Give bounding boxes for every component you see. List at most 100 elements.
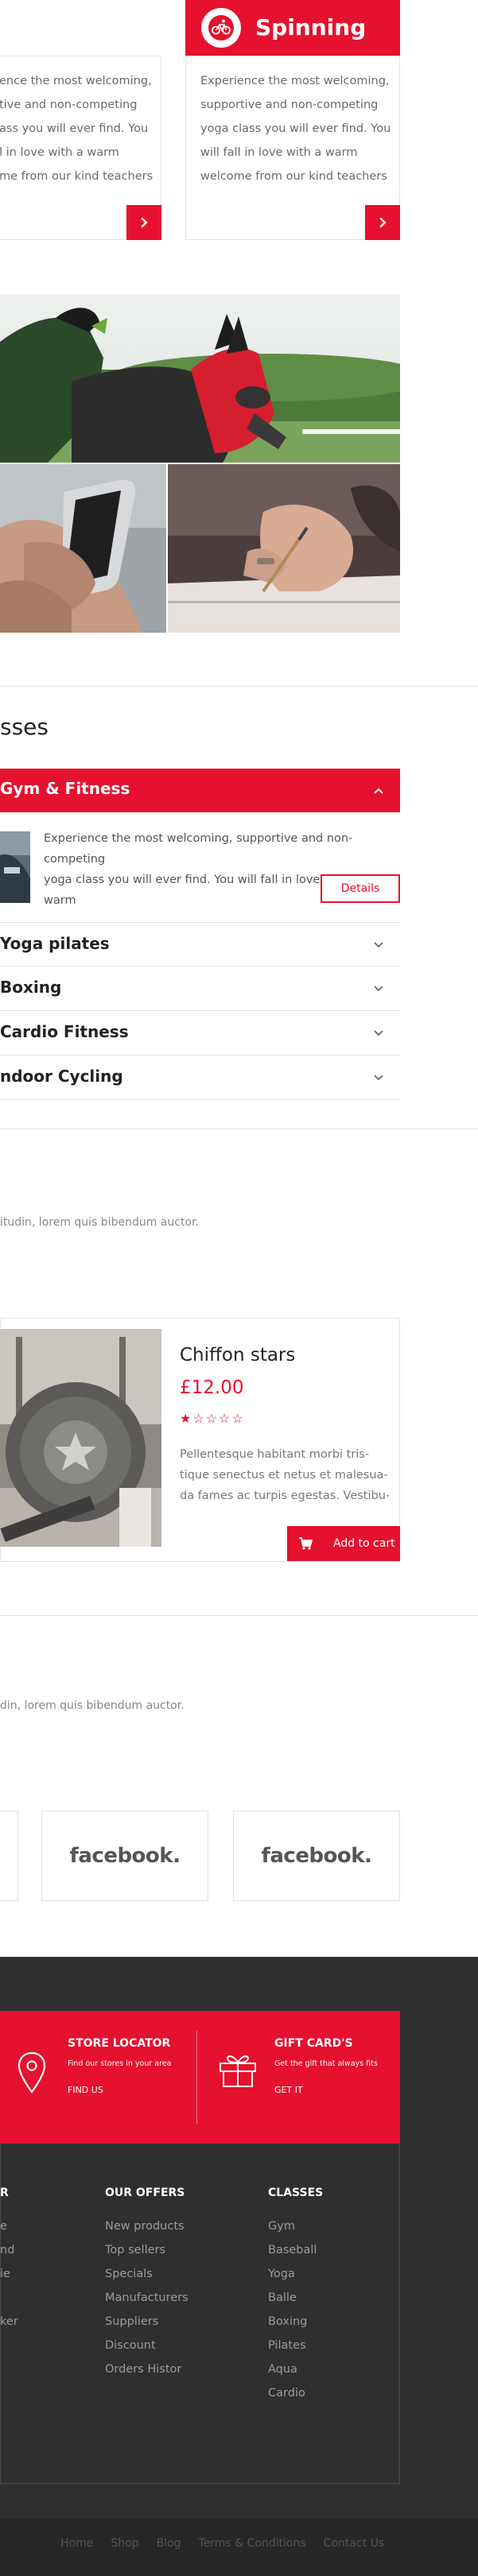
footer-link[interactable]: New products [105,2214,188,2238]
our-offers-list: New products Top sellers Specials Manufa… [105,2214,188,2381]
section-divider [0,686,478,687]
product-price: £12.00 [180,1377,244,1398]
classes-footer-title: CLASSES [268,2187,324,2199]
accordion-item-cardio-fitness[interactable]: Cardio Fitness [0,1011,400,1056]
card-more-button[interactable] [365,205,400,240]
accordion-title: Gym & Fitness [0,779,130,798]
accordion-item-label: Yoga pilates [0,934,110,953]
class-card-spinning: Experience the most welcoming, supportiv… [185,56,400,240]
footer-link[interactable]: Discount [105,2334,188,2357]
class-card-left: ence the most welcoming, tive and non-co… [0,56,161,240]
bottom-link-blog[interactable]: Blog [157,2537,181,2550]
products-subtitle: itudin, lorem quis bibendum auctor. [0,1216,199,1229]
footer-link[interactable]: Baseball [268,2238,317,2262]
bottom-link-contact[interactable]: Contact Us [324,2537,384,2550]
chevron-right-icon [141,217,148,228]
accordion-item-label: Cardio Fitness [0,1022,129,1041]
brand-logo-facebook[interactable]: facebook. [233,1811,400,1901]
footer-link[interactable]: Pilates [268,2334,317,2357]
card-text-line: supportive and non-competing [200,99,379,111]
photo-horse-race [0,294,400,463]
footer-links-panel [0,2144,400,2484]
footer-link[interactable]: Orders Histor [105,2357,188,2381]
card-text-line: tive and non-competing [0,99,138,111]
chevron-up-icon [374,788,383,794]
footer-link[interactable]: Suppliers [105,2310,188,2334]
brand-logo-facebook[interactable]: facebook. [41,1811,208,1901]
chevron-down-icon [374,1075,383,1081]
add-to-cart-button[interactable]: Add to cart [287,1526,400,1561]
footer-link[interactable]: Gym [268,2214,317,2238]
gift-icon [220,2055,256,2087]
card-text-line: ence the most welcoming, [0,75,152,87]
card-text-line: welcome from our kind teachers [200,170,387,183]
photo-phone-hand [0,464,166,633]
card-text-line: Experience the most welcoming, [200,75,390,87]
our-offers-title: OUR OFFERS [105,2187,185,2199]
footer-promo-band [0,2011,400,2144]
card-text-line: me from our kind teachers [0,170,154,183]
details-button[interactable]: Details [321,874,400,903]
footer-link[interactable]: Manufacturers [105,2286,188,2310]
accordion-item-label: ndoor Cycling [0,1067,123,1086]
classes-footer-list: Gym Baseball Yoga Balle Boxing Pilates A… [268,2214,317,2405]
card-text-line: ass you will ever find. You [0,122,149,135]
spinning-header: Spinning [185,0,400,56]
footer-link[interactable] [0,2286,18,2310]
star-rating: ★☆☆☆☆ [180,1412,245,1426]
classes-section-title: sses [0,714,49,740]
card-text-line: will fall in love with a warm [200,146,358,159]
footer-link[interactable]: e [0,2214,18,2238]
footer-col-left-list: e nd ie ker [0,2214,18,2334]
footer-col-title: R [0,2187,9,2199]
description-line: da fames ac turpis egestas. Vestibu- [180,1489,391,1502]
section-divider [0,1615,478,1616]
spinning-title: Spinning [255,14,367,41]
footer-link[interactable]: Aqua [268,2357,317,2381]
brand-logo-partial[interactable] [0,1811,18,1901]
bottom-link-terms[interactable]: Terms & Conditions [199,2537,306,2550]
footer-link[interactable]: Cardio [268,2381,317,2405]
accordion-text-line: yoga class you will ever find. You will … [44,874,359,907]
find-us-link[interactable]: FIND US [68,2085,103,2095]
footer-link[interactable]: ker [0,2310,18,2334]
footer-link[interactable]: Balle [268,2286,317,2310]
footer-link[interactable]: Specials [105,2262,188,2286]
bottom-link-shop[interactable]: Shop [111,2537,138,2550]
gift-cards-title: GIFT CARD'S [274,2037,353,2050]
accordion-header-gym-fitness[interactable]: Gym & Fitness [0,769,400,812]
footer-link[interactable]: nd [0,2238,18,2262]
store-locator-title: STORE LOCATOR [68,2037,171,2050]
class-thumbnail [0,831,30,903]
chevron-down-icon [374,1030,383,1036]
gift-cards-subtitle: Get the gift that always fits [274,2059,378,2068]
accordion-item-yoga-pilates[interactable]: Yoga pilates [0,922,400,966]
product-description: Pellentesque habitant morbi tris- tique … [180,1444,391,1506]
cart-icon [299,1537,313,1550]
card-more-button[interactable] [126,205,161,240]
description-line: tique senectus et netus et malesua- [180,1469,388,1482]
product-name[interactable]: Chiffon stars [180,1345,295,1365]
get-it-link[interactable]: GET IT [274,2085,303,2095]
accordion-item-boxing[interactable]: Boxing [0,966,400,1011]
accordion-item-indoor-cycling[interactable]: ndoor Cycling [0,1056,400,1100]
footer-link[interactable]: Yoga [268,2262,317,2286]
accordion-item-label: Boxing [0,978,62,997]
chevron-down-icon [374,942,383,948]
card-text-line: yoga class you will ever find. You [200,122,391,135]
brands-subtitle: din, lorem quis bibendum auctor. [0,1699,185,1712]
footer-link[interactable]: Top sellers [105,2238,188,2262]
accordion-text-line: Experience the most welcoming, supportiv… [44,832,353,866]
bicycle-icon [201,8,241,48]
card-text-line: l in love with a warm [0,146,119,159]
add-to-cart-label: Add to cart [333,1537,395,1550]
footer-link[interactable]: ie [0,2262,18,2286]
bottom-link-home[interactable]: Home [60,2537,93,2550]
chevron-right-icon [379,217,387,228]
description-line: Pellentesque habitant morbi tris- [180,1448,370,1461]
promo-divider [196,2031,197,2125]
footer-bottom-links: Home Shop Blog Terms & Conditions Contac… [60,2537,384,2550]
footer-link[interactable]: Boxing [268,2310,317,2334]
store-locator-subtitle: Find our stores in your area [68,2059,172,2068]
product-image-dumbbell[interactable] [0,1329,161,1547]
